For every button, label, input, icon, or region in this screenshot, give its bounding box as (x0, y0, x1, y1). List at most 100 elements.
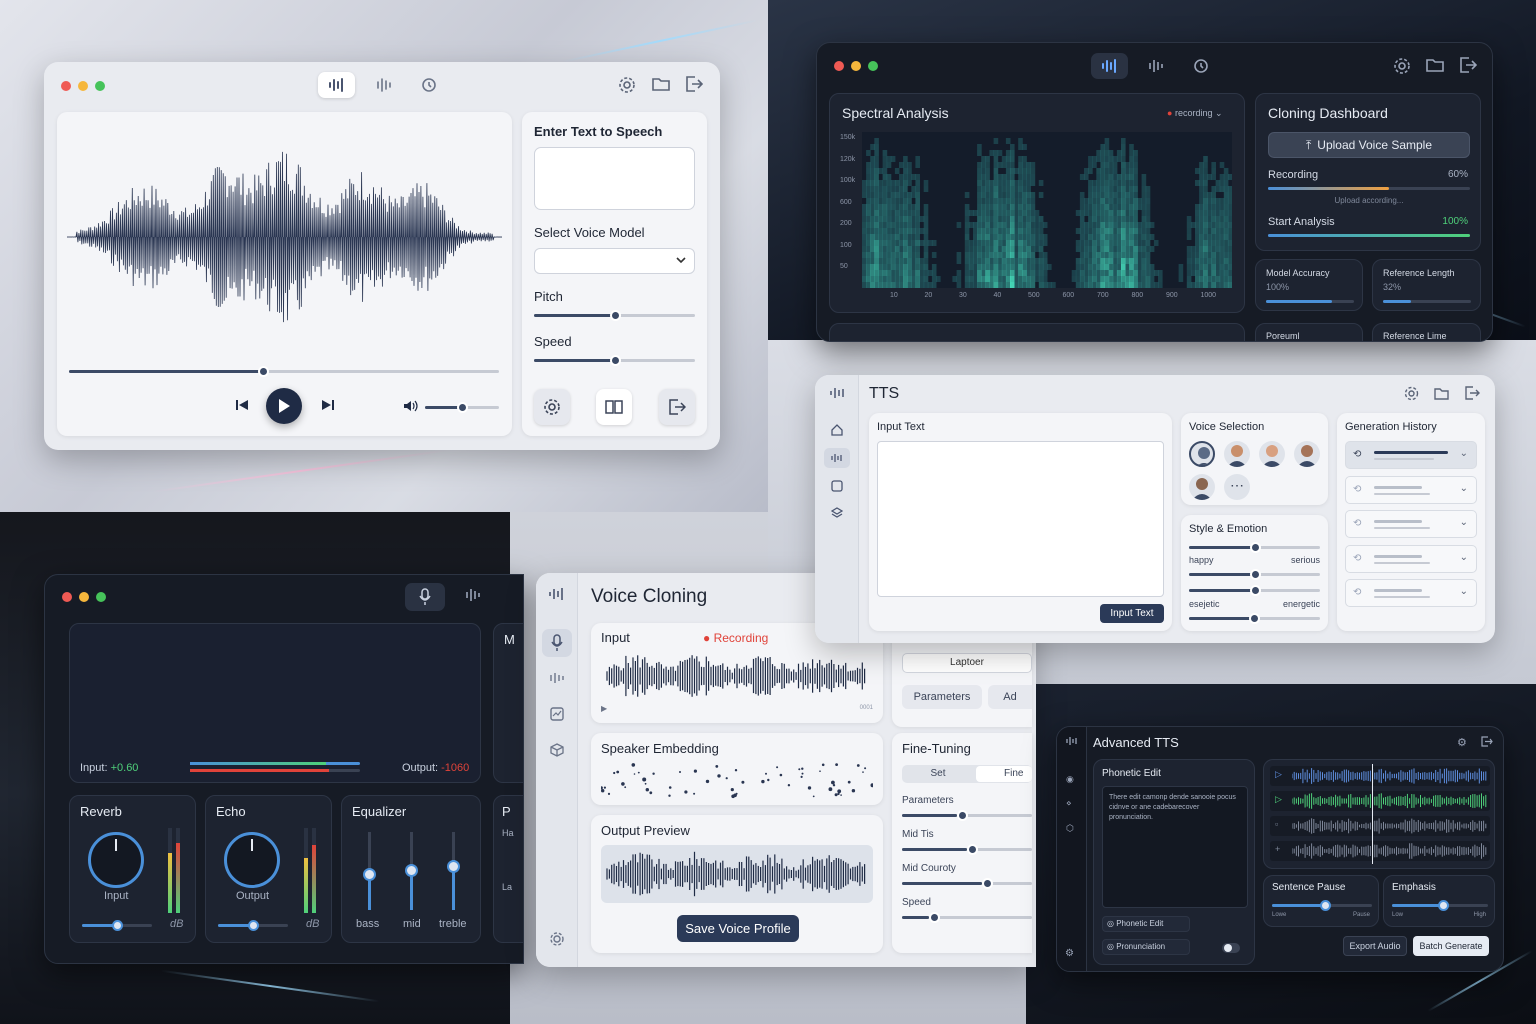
audio-track[interactable]: ▷ (1270, 791, 1490, 811)
gear-icon[interactable] (549, 931, 565, 947)
history-item[interactable]: ⟲ ⌄ (1345, 441, 1477, 469)
close-dot[interactable] (834, 61, 844, 71)
pitch-knob[interactable] (609, 310, 621, 321)
maximize-dot[interactable] (96, 592, 106, 602)
export-button[interactable] (659, 389, 695, 425)
playback-progress[interactable] (69, 366, 499, 377)
logout-icon[interactable] (1481, 736, 1493, 747)
speed-slider[interactable] (902, 912, 1032, 923)
play-icon[interactable]: ▶ (601, 704, 607, 713)
fine-tab[interactable]: Fine (976, 766, 1032, 782)
chart-icon[interactable] (831, 480, 843, 492)
bass-knob[interactable] (363, 868, 376, 881)
more-voices-icon[interactable]: ⋯ (1224, 474, 1250, 500)
parameters-button[interactable]: Parameters (902, 685, 982, 709)
echo-slider[interactable] (218, 920, 288, 931)
sentence-pause-knob[interactable] (1320, 900, 1331, 911)
mid-slider[interactable] (405, 832, 418, 910)
logout-icon[interactable] (1459, 57, 1477, 73)
voice-avatar[interactable] (1189, 474, 1215, 500)
history-item[interactable]: ⟲ ⌄ (1345, 510, 1477, 538)
minimize-dot[interactable] (78, 81, 88, 91)
layers-icon[interactable] (831, 507, 843, 519)
gear-icon[interactable]: ⚙ (1457, 736, 1467, 749)
skip-back-icon[interactable] (235, 398, 249, 412)
waveform-tab-icon[interactable] (1091, 53, 1128, 79)
waveform-tab-icon[interactable] (318, 72, 355, 98)
phonetic-text-area[interactable]: There edit camonp dende sanooie pocus ci… (1102, 786, 1248, 908)
echo-knob[interactable] (224, 832, 280, 888)
history-item[interactable]: ⟲ ⌄ (1345, 579, 1477, 607)
treble-knob[interactable] (447, 860, 460, 873)
cube-icon[interactable] (550, 743, 564, 757)
skip-forward-icon[interactable] (321, 398, 335, 412)
audio-track[interactable]: ▫ (1270, 816, 1490, 836)
microphone-icon[interactable] (405, 583, 445, 611)
speed-knob[interactable] (929, 912, 940, 923)
home-icon[interactable] (831, 424, 843, 436)
sliders-icon[interactable]: ⋄ (1066, 798, 1072, 809)
pronunciation-toggle[interactable] (1222, 943, 1240, 953)
folder-icon[interactable] (1426, 57, 1444, 73)
style-slider-2[interactable] (1189, 569, 1320, 580)
equalizer-icon[interactable] (549, 672, 565, 684)
maximize-dot[interactable] (868, 61, 878, 71)
close-dot[interactable] (61, 81, 71, 91)
maximize-dot[interactable] (95, 81, 105, 91)
mid-tis-slider[interactable] (902, 844, 1032, 855)
waveform-icon[interactable] (548, 587, 566, 601)
chart-icon[interactable] (550, 707, 564, 721)
voice-avatar[interactable] (1294, 441, 1320, 467)
microphone-icon[interactable] (542, 629, 572, 657)
bass-slider[interactable] (363, 832, 376, 910)
style-knob[interactable] (1249, 542, 1261, 553)
waveform-icon[interactable] (829, 387, 845, 399)
style-knob[interactable] (1249, 585, 1261, 596)
mid-tis-knob[interactable] (967, 844, 978, 855)
gear-icon[interactable] (1393, 57, 1411, 75)
emphasis-knob[interactable] (1438, 900, 1449, 911)
export-audio-button[interactable]: Export Audio (1343, 936, 1407, 956)
speed-slider[interactable] (534, 355, 695, 366)
style-slider-1[interactable] (1189, 542, 1320, 553)
voice-avatar[interactable] (1189, 441, 1215, 467)
mid-couroty-knob[interactable] (982, 878, 993, 889)
batch-generate-button[interactable]: Batch Generate (1413, 936, 1489, 956)
style-slider-3[interactable] (1189, 585, 1320, 596)
equalizer-tab-icon[interactable] (1142, 53, 1172, 79)
volume-icon[interactable] (403, 400, 419, 412)
parameters-knob[interactable] (957, 810, 968, 821)
save-voice-profile-button[interactable]: Save Voice Profile (677, 915, 799, 942)
minimize-dot[interactable] (851, 61, 861, 71)
volume-knob[interactable] (457, 402, 468, 413)
pitch-slider[interactable] (534, 310, 695, 321)
text-input-area[interactable] (877, 441, 1164, 597)
audio-track[interactable]: + (1270, 841, 1490, 861)
device-select[interactable]: Laptoer (902, 653, 1032, 673)
history-item[interactable]: ⟲ ⌄ (1345, 544, 1477, 573)
play-icon[interactable]: ▷ (1275, 769, 1282, 780)
text-input[interactable] (534, 147, 695, 210)
playhead[interactable] (1372, 764, 1373, 864)
emphasis-slider[interactable] (1392, 900, 1488, 911)
reverb-slider-knob[interactable] (112, 920, 123, 931)
close-dot[interactable] (62, 592, 72, 602)
play-icon[interactable]: ▷ (1275, 794, 1282, 805)
parameters-slider[interactable] (902, 810, 1032, 821)
pronunciation-chip[interactable]: ◎ Pronunciation (1102, 939, 1190, 955)
speed-knob[interactable] (609, 355, 621, 366)
voice-model-select[interactable] (534, 248, 695, 274)
microphone-icon[interactable]: ◉ (1066, 774, 1074, 785)
minimize-dot[interactable] (79, 592, 89, 602)
mid-knob[interactable] (405, 864, 418, 877)
cube-icon[interactable]: ⬡ (1066, 823, 1074, 834)
reverb-slider[interactable] (82, 920, 152, 931)
waveform-icon[interactable] (1065, 736, 1079, 746)
gear-icon[interactable]: ⚙ (1065, 948, 1074, 959)
gear-icon[interactable] (618, 76, 636, 94)
history-tab-icon[interactable] (1186, 53, 1216, 79)
folder-icon[interactable] (1434, 386, 1449, 400)
equalizer-tab-icon[interactable] (370, 72, 400, 98)
phonetic-edit-chip[interactable]: ◎ Phonetic Edit (1102, 916, 1190, 932)
play-icon[interactable]: ▫ (1275, 819, 1278, 829)
